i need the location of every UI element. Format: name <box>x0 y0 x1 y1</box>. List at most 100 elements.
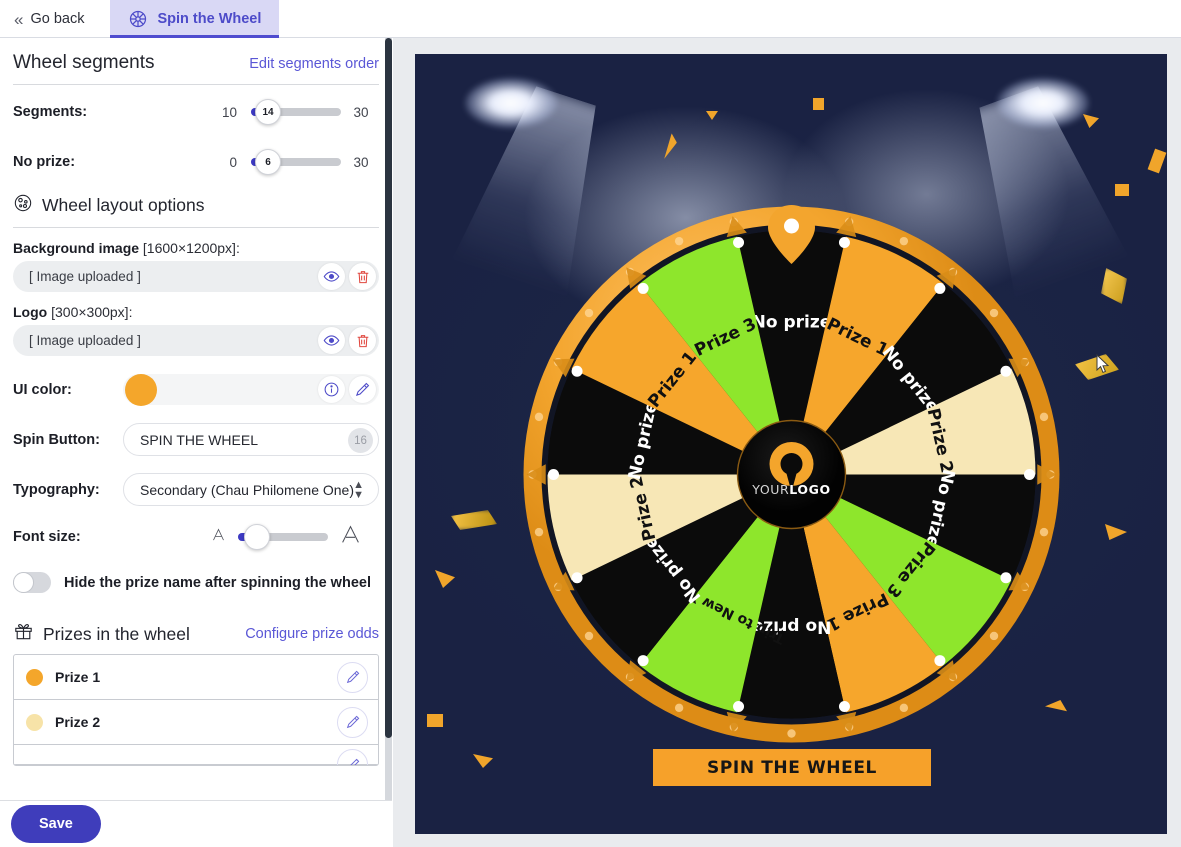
wheel-rim-light <box>534 412 544 422</box>
font-size-slider-thumb[interactable] <box>244 524 270 550</box>
prize-wheel-svg[interactable]: No prizePrize 1No prizePrize 2No prizePr… <box>519 202 1064 747</box>
logo-label: Logo [300×300px]: <box>13 304 379 320</box>
wheel-rim-light <box>534 527 544 537</box>
logo-field[interactable]: [ Image uploaded ] <box>13 325 379 356</box>
spin-button-label: Spin Button: <box>13 431 100 448</box>
ui-color-edit-button[interactable] <box>349 376 376 403</box>
prizes-header: Prizes in the wheel Configure prize odds <box>13 621 379 647</box>
hide-prize-name-toggle[interactable] <box>13 572 51 593</box>
background-image-field[interactable]: [ Image uploaded ] <box>13 261 379 292</box>
typography-select[interactable]: Secondary (Chau Philomene One) ▲ ▼ <box>123 473 379 506</box>
list-item[interactable]: Prize 2 <box>14 700 378 745</box>
background-image-actions <box>318 263 376 290</box>
tab-spin-the-wheel[interactable]: Spin the Wheel <box>110 0 280 38</box>
prizes-title: Prizes in the wheel <box>43 623 190 644</box>
sidebar-scroll-area: Wheel segments Edit segments order Segme… <box>0 38 392 800</box>
wheel-layout-options-header: Wheel layout options <box>13 173 379 223</box>
toggle-knob <box>13 572 34 593</box>
logo-delete-button[interactable] <box>349 327 376 354</box>
confetti <box>473 754 493 768</box>
logo-preview-button[interactable] <box>318 327 345 354</box>
wheel-rim-light <box>899 236 909 246</box>
ui-color-label: UI color: <box>13 381 72 398</box>
confetti <box>427 714 443 727</box>
background-image-delete-button[interactable] <box>349 263 376 290</box>
ui-color-row: UI color: <box>13 373 379 406</box>
segments-slider-row: Segments: 10 14 30 <box>13 85 379 125</box>
wheel-peg <box>733 701 745 713</box>
list-item[interactable]: Prize 1 <box>14 655 378 700</box>
wheel-peg <box>637 282 649 294</box>
preview-spin-button[interactable]: SPIN THE WHEEL <box>653 749 931 786</box>
segments-slider-min: 10 <box>221 104 238 120</box>
confetti <box>659 133 679 160</box>
segments-slider-thumb[interactable]: 14 <box>255 99 282 125</box>
prize-name: Prize 1 <box>55 669 101 685</box>
wheel-rim-light <box>989 631 999 641</box>
large-A-icon <box>340 524 361 550</box>
no-prize-slider-thumb[interactable]: 6 <box>255 149 282 175</box>
mouse-cursor-icon <box>1096 353 1110 374</box>
wheel-rim-light <box>1039 527 1049 537</box>
wheel-segments-title: Wheel segments <box>13 52 155 73</box>
ui-color-swatch[interactable] <box>125 373 157 406</box>
prize-color-dot <box>26 668 43 686</box>
background-image-value: [ Image uploaded ] <box>29 269 141 284</box>
wheel-peg <box>548 469 559 480</box>
sidebar-scrollbar-thumb[interactable] <box>385 38 392 738</box>
prize-edit-button[interactable] <box>337 661 368 693</box>
go-back-tab[interactable]: « Go back <box>0 0 110 38</box>
svg-text:YOURLOGO: YOURLOGO <box>751 482 830 497</box>
wheel-peg <box>571 572 583 584</box>
confetti <box>1115 184 1129 196</box>
no-prize-slider-max: 30 <box>353 154 369 170</box>
background-image-label-text: Background image <box>13 240 140 256</box>
hide-prize-name-label: Hide the prize name after spinning the w… <box>64 574 371 591</box>
segments-slider-max: 30 <box>353 104 369 120</box>
ui-color-info-button[interactable] <box>318 376 345 403</box>
no-prize-slider[interactable]: 6 <box>251 149 342 175</box>
spin-button-value: SPIN THE WHEEL <box>140 431 258 448</box>
wheel-rim-light <box>584 308 594 318</box>
confetti <box>706 111 718 120</box>
ui-color-field[interactable] <box>123 373 379 406</box>
prizes-list: Prize 1 Prize 2 <box>13 654 379 766</box>
divider <box>13 227 379 228</box>
font-size-slider[interactable] <box>238 524 328 550</box>
wheel-rim-light <box>787 729 796 738</box>
list-item[interactable] <box>14 745 378 765</box>
logo-label-text: Logo <box>13 304 48 320</box>
up-down-caret-icon: ▲ ▼ <box>353 479 364 501</box>
edit-segments-order-link[interactable]: Edit segments order <box>249 56 379 72</box>
prize-wheel[interactable]: No prize Prize 1 No prize Prize 2 No prize Pr… <box>519 202 1064 747</box>
save-button[interactable]: Save <box>11 805 101 843</box>
background-image-dims: [1600×1200px]: <box>139 240 240 256</box>
wheel-rim-light <box>584 631 594 641</box>
wheel-rim-light <box>899 703 909 713</box>
confetti <box>813 98 824 110</box>
wheel-rim-light <box>674 236 684 246</box>
preview-stage: No prize Prize 1 No prize Prize 2 No prize Pr… <box>415 54 1167 834</box>
typography-value: Secondary (Chau Philomene One) <box>140 481 355 498</box>
prizes-title-group: Prizes in the wheel <box>13 621 190 647</box>
gift-icon <box>13 621 34 647</box>
segments-slider[interactable]: 14 <box>251 99 342 125</box>
go-back-label: Go back <box>30 11 85 27</box>
wheel-rim-light <box>1039 412 1049 422</box>
prize-color-dot <box>26 713 43 731</box>
wheel-peg <box>1000 572 1012 584</box>
prize-edit-button[interactable] <box>337 749 368 765</box>
spin-button-char-count: 16 <box>348 428 373 453</box>
sidebar-footer: Save <box>0 800 392 847</box>
configure-prize-odds-link[interactable]: Configure prize odds <box>245 626 379 642</box>
wheel-peg <box>733 236 745 248</box>
double-chevron-left-icon: « <box>14 9 24 29</box>
top-tab-bar: « Go back Spin the Wheel <box>0 0 1181 38</box>
wheel-rim-light <box>674 703 684 713</box>
prize-edit-button[interactable] <box>337 706 368 738</box>
background-image-preview-button[interactable] <box>318 263 345 290</box>
spin-button-text-input[interactable]: SPIN THE WHEEL 16 <box>123 423 379 456</box>
hide-prize-name-row: Hide the prize name after spinning the w… <box>13 572 379 593</box>
logo-dims: [300×300px]: <box>47 304 133 320</box>
wheel-preview-panel: No prize Prize 1 No prize Prize 2 No prize Pr… <box>393 38 1181 847</box>
